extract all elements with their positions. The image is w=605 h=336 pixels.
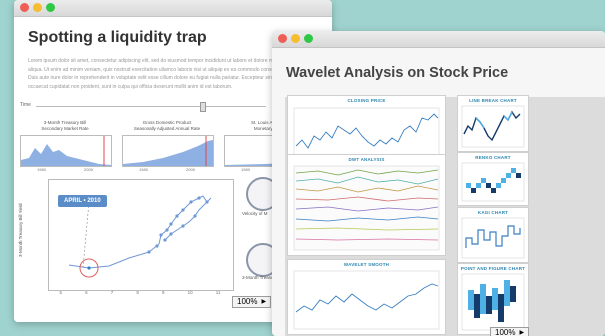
x-tick: 7 bbox=[110, 290, 114, 295]
zoom-control[interactable]: 100% ▶ bbox=[490, 327, 530, 336]
axis-tick: 1980 bbox=[139, 167, 148, 172]
slider-handle[interactable] bbox=[200, 102, 206, 112]
x-tick: 10 bbox=[187, 290, 193, 295]
zoom-arrow-icon[interactable]: ▶ bbox=[261, 297, 266, 307]
date-badge: APRIL • 2010 bbox=[58, 195, 107, 207]
page-title: Spotting a liquidity trap bbox=[28, 29, 207, 46]
zoom-arrow-icon[interactable]: ▶ bbox=[519, 328, 524, 336]
minimize-icon[interactable] bbox=[33, 3, 42, 12]
intro-text: Lorem ipsum dolor sit amet, consectetur … bbox=[28, 58, 286, 90]
close-icon[interactable] bbox=[20, 3, 29, 12]
mini-chart-title: 3-Month Treasury Bill Secondary Market R… bbox=[41, 120, 89, 131]
zoom-level: 100% bbox=[495, 328, 516, 336]
slider-track bbox=[36, 106, 266, 107]
line-break-card: LINE BREAK CHART bbox=[457, 95, 529, 152]
minimize-icon[interactable] bbox=[291, 34, 300, 43]
x-tick: 11 bbox=[215, 290, 221, 295]
kagi-card: KAGI CHART bbox=[457, 207, 529, 263]
front-window: Wavelet Analysis on Stock Price CLOSING … bbox=[272, 31, 605, 336]
axis-tick: 2000 bbox=[84, 167, 93, 172]
page-title: Wavelet Analysis on Stock Price bbox=[286, 65, 509, 81]
close-icon[interactable] bbox=[278, 34, 287, 43]
back-window-titlebar[interactable] bbox=[14, 0, 332, 17]
time-slider[interactable]: Time bbox=[14, 102, 274, 112]
mini-chart-plot bbox=[122, 135, 214, 167]
mini-chart-treasury: 3-Month Treasury Bill Secondary Market R… bbox=[18, 120, 112, 172]
maximize-icon[interactable] bbox=[46, 3, 55, 12]
maximize-icon[interactable] bbox=[304, 34, 313, 43]
zoom-control[interactable]: 100% ▶ bbox=[232, 296, 272, 308]
point-figure-card: POINT AND FIGURE CHART bbox=[457, 263, 529, 335]
gauge-label: Velocity of M bbox=[242, 211, 268, 216]
mini-chart-plot bbox=[20, 135, 112, 167]
dwt-analysis-card: DWT ANALYSIS bbox=[287, 154, 446, 256]
wavelet-smooth-card: WAVELET SMOOTH bbox=[287, 259, 446, 335]
mini-chart-gdp: Gross Domestic Product Seasonally Adjust… bbox=[120, 120, 214, 172]
x-tick: 6 bbox=[85, 290, 88, 295]
axis-tick: 2000 bbox=[186, 167, 195, 172]
mini-chart-title: Gross Domestic Product Seasonally Adjust… bbox=[133, 120, 201, 131]
x-tick: 8 bbox=[136, 290, 139, 295]
renko-card: RENKO CHART bbox=[457, 152, 529, 206]
front-window-titlebar[interactable] bbox=[272, 31, 605, 48]
axis-tick: 1980 bbox=[37, 167, 46, 172]
x-tick: 9 bbox=[161, 290, 165, 295]
scatter-xticks: 5 6 7 8 9 10 11 bbox=[48, 290, 232, 295]
scatter-ylabel: 3-Month Treasury Bill Yield bbox=[18, 203, 23, 257]
x-tick: 5 bbox=[59, 290, 63, 295]
time-label: Time bbox=[20, 102, 31, 108]
zoom-level: 100% bbox=[237, 297, 258, 306]
axis-tick: 1980 bbox=[241, 167, 250, 172]
